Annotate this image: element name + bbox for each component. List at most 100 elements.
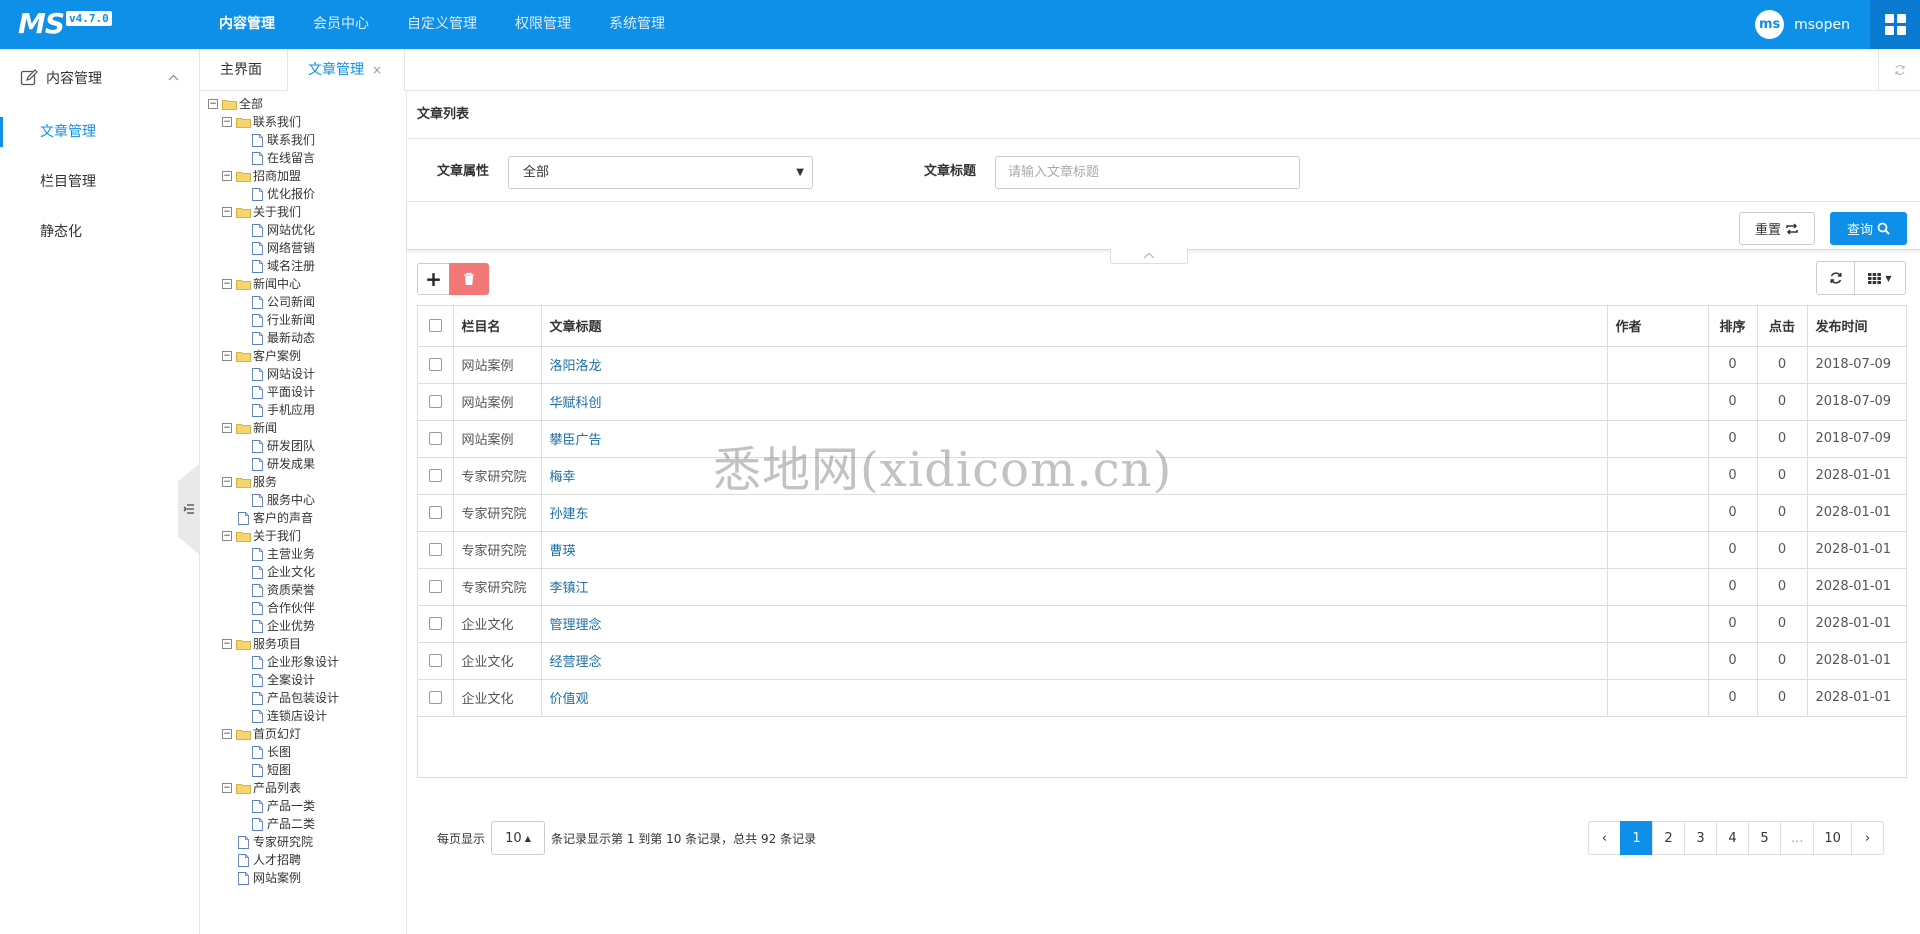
topnav-system[interactable]: 系统管理: [590, 0, 684, 49]
title-search-input[interactable]: [995, 156, 1300, 189]
tree-node[interactable]: 合作伙伴: [200, 599, 406, 617]
tree-node[interactable]: 长图: [200, 743, 406, 761]
tree-node[interactable]: 联系我们: [200, 131, 406, 149]
tree-node[interactable]: 域名注册: [200, 257, 406, 275]
row-checkbox[interactable]: [418, 642, 454, 680]
tree-node[interactable]: 产品包装设计: [200, 689, 406, 707]
tree-node[interactable]: 产品二类: [200, 815, 406, 833]
tree-collapse-icon[interactable]: −: [222, 351, 232, 361]
sidebar-item-articles[interactable]: 文章管理: [0, 107, 199, 157]
table-row[interactable]: 企业文化 价值观 0 0 2028-01-01: [418, 679, 1906, 717]
tree-collapse-icon[interactable]: −: [222, 423, 232, 433]
table-row[interactable]: 网站案例 攀臣广告 0 0 2018-07-09: [418, 420, 1906, 458]
tree-collapse-icon[interactable]: −: [222, 207, 232, 217]
col-author[interactable]: 作者: [1607, 306, 1709, 347]
tree-node[interactable]: 平面设计: [200, 383, 406, 401]
article-title-link[interactable]: 价值观: [550, 692, 589, 707]
tree-node[interactable]: 产品一类: [200, 797, 406, 815]
delete-button[interactable]: [449, 263, 489, 295]
row-checkbox[interactable]: [418, 346, 454, 384]
tree-node[interactable]: − 关于我们: [200, 203, 406, 221]
tree-node[interactable]: − 新闻中心: [200, 275, 406, 293]
page-size-select[interactable]: 10 ▲: [491, 821, 546, 855]
tree-node[interactable]: 企业文化: [200, 563, 406, 581]
tree-node[interactable]: − 新闻: [200, 419, 406, 437]
tree-node[interactable]: − 服务: [200, 473, 406, 491]
logo[interactable]: MS v4.7.0: [18, 8, 112, 40]
col-category[interactable]: 栏目名: [453, 306, 542, 347]
table-row[interactable]: 专家研究院 孙建东 0 0 2028-01-01: [418, 494, 1906, 532]
row-checkbox[interactable]: [418, 420, 454, 458]
tab-articles[interactable]: 文章管理 ×: [288, 49, 405, 91]
prev-page-button[interactable]: ‹: [1588, 821, 1621, 855]
reset-button[interactable]: 重置: [1739, 212, 1815, 245]
apps-grid-button[interactable]: [1870, 0, 1920, 49]
tree-collapse-icon[interactable]: −: [222, 531, 232, 541]
tree-node[interactable]: 企业形象设计: [200, 653, 406, 671]
tree-node[interactable]: 人才招聘: [200, 851, 406, 869]
select-all-checkbox[interactable]: [418, 306, 454, 347]
article-title-link[interactable]: 管理理念: [550, 618, 602, 633]
page-button[interactable]: 2: [1652, 821, 1685, 855]
tree-node[interactable]: − 客户案例: [200, 347, 406, 365]
tree-node[interactable]: 网站案例: [200, 869, 406, 887]
tree-node[interactable]: − 联系我们: [200, 113, 406, 131]
col-clicks[interactable]: 点击: [1757, 306, 1808, 347]
topnav-permission[interactable]: 权限管理: [496, 0, 590, 49]
columns-toggle-button[interactable]: ▼: [1854, 261, 1906, 295]
tree-collapse-icon[interactable]: −: [222, 783, 232, 793]
row-checkbox[interactable]: [418, 383, 454, 421]
tree-node[interactable]: 行业新闻: [200, 311, 406, 329]
tree-node[interactable]: 网络营销: [200, 239, 406, 257]
row-checkbox[interactable]: [418, 568, 454, 606]
close-icon[interactable]: ×: [372, 63, 382, 77]
tree-node[interactable]: 专家研究院: [200, 833, 406, 851]
tree-node[interactable]: 手机应用: [200, 401, 406, 419]
tree-node[interactable]: − 首页幻灯: [200, 725, 406, 743]
tree-node[interactable]: 资质荣誉: [200, 581, 406, 599]
table-row[interactable]: 网站案例 洛阳洛龙 0 0 2018-07-09: [418, 346, 1906, 384]
tree-node[interactable]: 全案设计: [200, 671, 406, 689]
page-button[interactable]: 10: [1813, 821, 1852, 855]
next-page-button[interactable]: ›: [1850, 821, 1884, 855]
table-row[interactable]: 网站案例 华赋科创 0 0 2018-07-09: [418, 383, 1906, 421]
tree-node[interactable]: 服务中心: [200, 491, 406, 509]
col-order[interactable]: 排序: [1708, 306, 1758, 347]
tree-node[interactable]: 网站设计: [200, 365, 406, 383]
sidebar-item-columns[interactable]: 栏目管理: [0, 157, 199, 207]
topnav-custom[interactable]: 自定义管理: [388, 0, 496, 49]
article-title-link[interactable]: 华赋科创: [550, 396, 602, 411]
tree-collapse-icon[interactable]: −: [208, 99, 218, 109]
tree-collapse-icon[interactable]: −: [222, 279, 232, 289]
tree-node[interactable]: − 关于我们: [200, 527, 406, 545]
tree-node[interactable]: − 全部: [200, 95, 406, 113]
page-button[interactable]: 1: [1620, 821, 1653, 855]
tree-node[interactable]: − 服务项目: [200, 635, 406, 653]
topnav-content[interactable]: 内容管理: [200, 0, 294, 49]
article-title-link[interactable]: 曹瑛: [550, 544, 576, 559]
tree-node[interactable]: 网站优化: [200, 221, 406, 239]
tree-collapse-icon[interactable]: −: [222, 639, 232, 649]
tree-node[interactable]: 客户的声音: [200, 509, 406, 527]
table-row[interactable]: 专家研究院 李镇江 0 0 2028-01-01: [418, 568, 1906, 606]
filter-collapse-toggle[interactable]: [1110, 248, 1188, 264]
attr-select[interactable]: 全部 ▼: [508, 156, 813, 189]
tree-node[interactable]: 研发成果: [200, 455, 406, 473]
article-title-link[interactable]: 经营理念: [550, 655, 602, 670]
tree-node[interactable]: 连锁店设计: [200, 707, 406, 725]
page-button[interactable]: 3: [1684, 821, 1717, 855]
tree-node[interactable]: 研发团队: [200, 437, 406, 455]
tree-node[interactable]: 短图: [200, 761, 406, 779]
tree-collapse-icon[interactable]: −: [222, 477, 232, 487]
row-checkbox[interactable]: [418, 531, 454, 569]
row-checkbox[interactable]: [418, 494, 454, 532]
tree-collapse-icon[interactable]: −: [222, 729, 232, 739]
table-row[interactable]: 企业文化 经营理念 0 0 2028-01-01: [418, 642, 1906, 680]
tree-node[interactable]: 公司新闻: [200, 293, 406, 311]
query-button[interactable]: 查询: [1830, 212, 1907, 245]
tree-node[interactable]: 优化报价: [200, 185, 406, 203]
tree-node[interactable]: 最新动态: [200, 329, 406, 347]
row-checkbox[interactable]: [418, 679, 454, 717]
topnav-member[interactable]: 会员中心: [294, 0, 388, 49]
article-title-link[interactable]: 攀臣广告: [550, 433, 602, 448]
